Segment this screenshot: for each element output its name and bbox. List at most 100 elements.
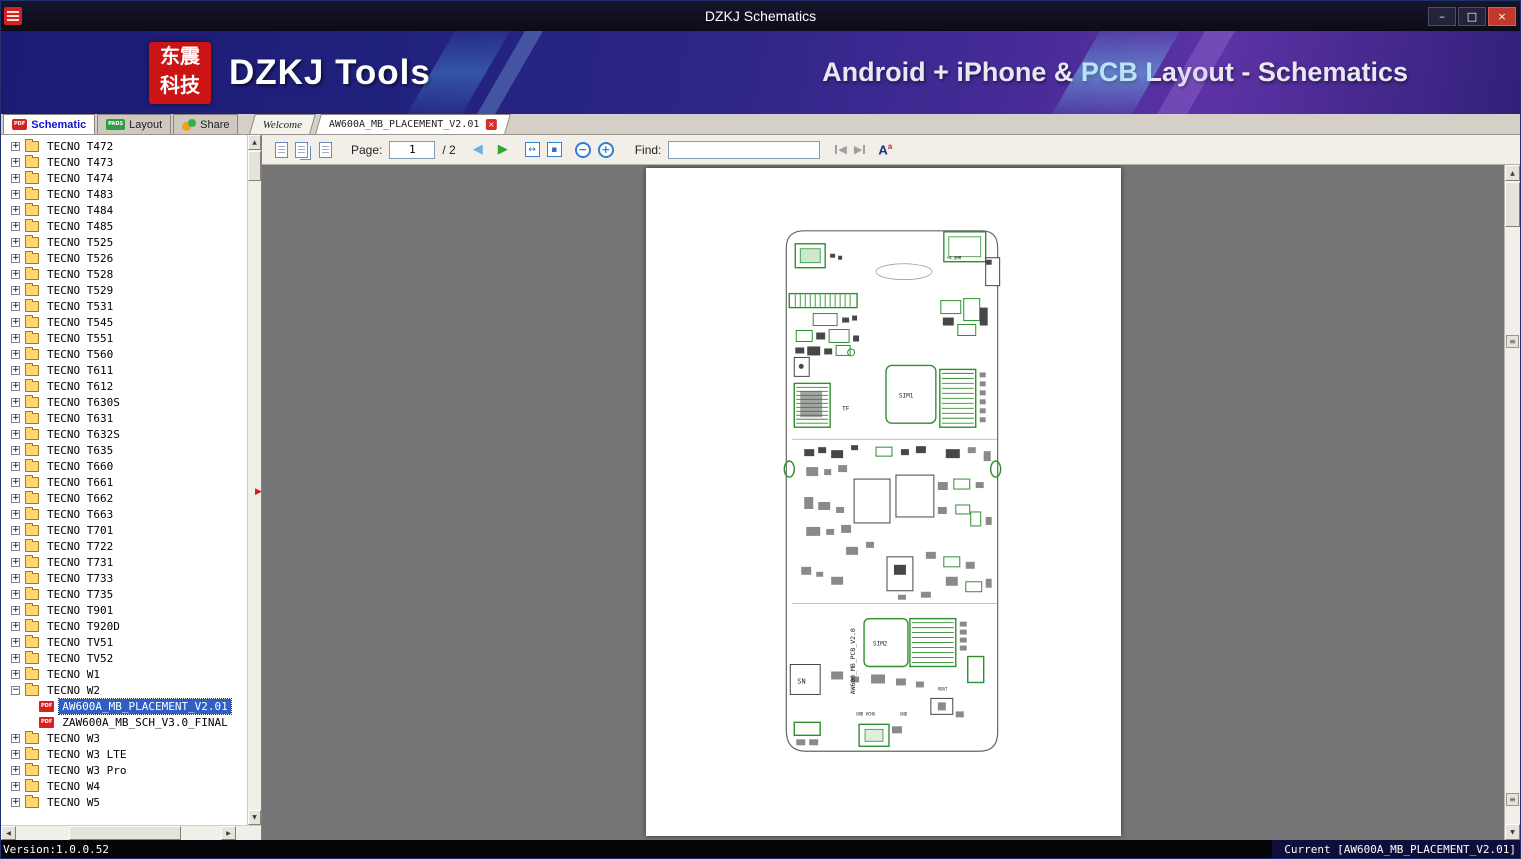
tree-item-label[interactable]: TECNO T660 [44,459,116,474]
expand-icon[interactable]: + [11,621,20,631]
find-previous-icon[interactable]: ◀ [835,143,847,156]
doc-tab-placement[interactable]: AW600A_MB_PLACEMENT_V2.01 × [314,114,511,134]
scroll-right-icon[interactable]: ▶ [221,826,236,840]
tree-folder-item[interactable]: + TECNO TV52 [1,650,247,666]
tree-folder-item[interactable]: + TECNO T731 [1,554,247,570]
tree-folder-item[interactable]: + TECNO T722 [1,538,247,554]
expand-icon[interactable]: + [11,381,20,391]
scroll-left-icon[interactable]: ◀ [1,826,16,840]
viewer-scroll-up-icon[interactable]: ▲ [1505,165,1520,181]
tree-folder-item[interactable]: + TECNO W1 [1,666,247,682]
tree-folder-item[interactable]: + TECNO T635 [1,442,247,458]
maximize-button[interactable]: □ [1458,6,1486,26]
expand-icon[interactable]: + [11,205,20,215]
expand-icon[interactable]: + [11,221,20,231]
splitter-collapse-icon[interactable]: ▶ [255,487,262,497]
tree-folder-item[interactable]: + TECNO T733 [1,570,247,586]
scrollbar-marker-icon[interactable]: ≡ [1506,335,1519,348]
tree-item-label[interactable]: TECNO T529 [44,283,116,298]
tree-folder-item[interactable]: + TECNO T660 [1,458,247,474]
tree-scrollbar-vertical[interactable]: ▲ ▼ [247,135,261,825]
expand-icon[interactable]: + [11,141,20,151]
tab-share[interactable]: Share [173,114,239,134]
minimize-button[interactable]: – [1428,6,1456,26]
tree-item-label[interactable]: TECNO T612 [44,379,116,394]
tree-item-label[interactable]: TECNO T528 [44,267,116,282]
tree-item-label[interactable]: TECNO T526 [44,251,116,266]
tree-item-label[interactable]: TECNO T661 [44,475,116,490]
expand-icon[interactable]: + [11,269,20,279]
tree-folder-item[interactable]: + TECNO W3 [1,730,247,746]
tree-folder-item[interactable]: + TECNO T663 [1,506,247,522]
tree-item-label[interactable]: TECNO T474 [44,171,116,186]
tree-item-label[interactable]: TECNO T531 [44,299,116,314]
expand-icon[interactable]: + [11,301,20,311]
expand-icon[interactable]: + [11,493,20,503]
tree-folder-item[interactable]: + TECNO T485 [1,218,247,234]
scroll-up-icon[interactable]: ▲ [248,135,261,150]
tree-scrollbar-horizontal[interactable]: ◀ ▶ [1,825,261,840]
tree-item-label[interactable]: TECNO T525 [44,235,116,250]
text-size-icon[interactable]: Aa [878,142,892,156]
tree-item-label[interactable]: TECNO T630S [44,395,123,410]
tree-item-label[interactable]: TECNO TV52 [44,651,116,666]
tree-item-label[interactable]: TECNO T560 [44,347,116,362]
expand-icon[interactable]: + [11,317,20,327]
viewer-scrollbar-vertical[interactable]: ▲ ≡ ≡ ▼ [1504,165,1520,840]
expand-icon[interactable]: + [11,413,20,423]
tree-folder-item[interactable]: + TECNO T473 [1,154,247,170]
close-button[interactable]: × [1488,6,1516,26]
expand-icon[interactable]: + [11,749,20,759]
expand-icon[interactable]: + [11,557,20,567]
tree-item-label[interactable]: TECNO T473 [44,155,116,170]
expand-icon[interactable]: + [11,765,20,775]
single-page-icon[interactable] [275,141,288,158]
tree-item-label[interactable]: TECNO T485 [44,219,116,234]
fit-width-icon[interactable]: ↔ [524,142,540,157]
expand-icon[interactable]: + [11,781,20,791]
tree-item-label[interactable]: TECNO TV51 [44,635,116,650]
tree-item-label[interactable]: TECNO T472 [44,139,116,154]
viewer-vscroll-thumb[interactable] [1505,182,1520,227]
tree-folder-item[interactable]: + TECNO TV51 [1,634,247,650]
tree-folder-item[interactable]: + TECNO T661 [1,474,247,490]
tree-folder-item[interactable]: + TECNO T560 [1,346,247,362]
tree-folder-item[interactable]: + TECNO T630S [1,394,247,410]
tree-file-item[interactable]: PDF AW600A_MB_PLACEMENT_V2.01 [1,697,247,715]
tree-folder-item[interactable]: + TECNO T528 [1,266,247,282]
tree-folder-item[interactable]: + TECNO W3 Pro [1,762,247,778]
tree-folder-item[interactable]: + TECNO T483 [1,186,247,202]
tree-item-label[interactable]: TECNO W3 [44,731,103,746]
tree-folder-item[interactable]: + TECNO T484 [1,202,247,218]
tree-folder-item[interactable]: + TECNO T472 [1,138,247,154]
expand-icon[interactable]: + [11,653,20,663]
tree-folder-item[interactable]: + TECNO T526 [1,250,247,266]
tree-item-label[interactable]: TECNO T701 [44,523,116,538]
expand-icon[interactable]: + [11,669,20,679]
tree-item-label[interactable]: TECNO T635 [44,443,116,458]
tree-folder-item[interactable]: + TECNO T701 [1,522,247,538]
expand-icon[interactable]: + [11,429,20,439]
doc-tab-welcome[interactable]: Welcome [249,114,317,134]
tree-item-label[interactable]: TECNO T731 [44,555,116,570]
expand-icon[interactable]: + [11,461,20,471]
next-page-icon[interactable]: ▶ [498,143,508,156]
tree-folder-item[interactable]: + TECNO T632S [1,426,247,442]
fit-page-icon[interactable]: ▪ [546,142,562,157]
expand-icon[interactable]: + [11,589,20,599]
tree-item-label[interactable]: TECNO T735 [44,587,116,602]
tree-folder-item[interactable]: + TECNO W3 LTE [1,746,247,762]
expand-icon[interactable]: + [11,237,20,247]
tree-item-label[interactable]: TECNO T733 [44,571,116,586]
expand-icon[interactable]: + [11,333,20,343]
tree-folder-item[interactable]: + TECNO T525 [1,234,247,250]
tree-folder-item[interactable]: + TECNO W4 [1,778,247,794]
tree-folder-item[interactable]: − TECNO W2 [1,682,247,698]
page-number-input[interactable] [389,140,436,159]
tree-folder-item[interactable]: + TECNO T551 [1,330,247,346]
collapse-icon[interactable]: − [11,685,20,695]
tree-item-label[interactable]: TECNO T631 [44,411,116,426]
tree-item-label[interactable]: TECNO T901 [44,603,116,618]
tree-item-label[interactable]: TECNO T483 [44,187,116,202]
expand-icon[interactable]: + [11,637,20,647]
